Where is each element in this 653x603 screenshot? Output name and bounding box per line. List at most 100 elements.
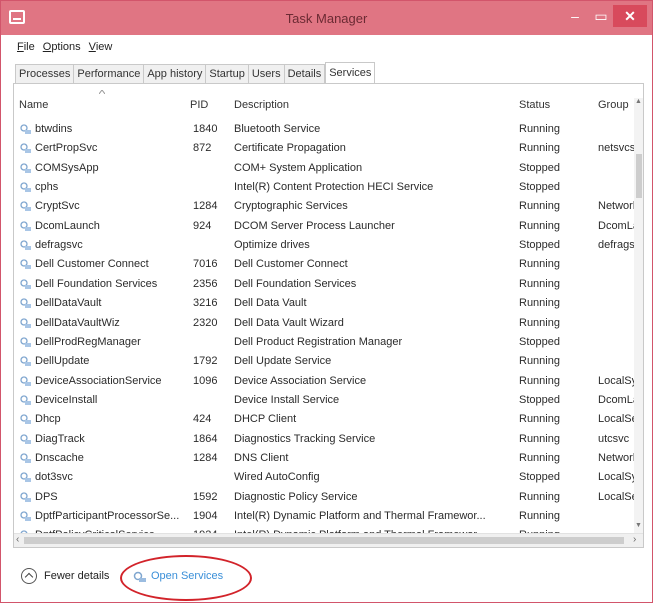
service-description: Intel(R) Content Protection HECI Service xyxy=(234,181,434,194)
vertical-scroll-thumb[interactable] xyxy=(636,154,642,198)
scroll-up-icon[interactable]: ▲ xyxy=(635,98,642,105)
service-description: Certificate Propagation xyxy=(234,142,346,155)
menu-file[interactable]: File xyxy=(17,41,35,57)
service-gear-icon xyxy=(20,201,31,212)
service-gear-icon xyxy=(20,337,31,347)
service-status: Stopped xyxy=(519,471,560,484)
column-header-name[interactable]: Name xyxy=(19,99,48,111)
table-row[interactable]: Dell Customer Connect 7016 Dell Customer C… xyxy=(14,255,634,274)
table-row[interactable]: Dnscache 1284 DNS Client Running Networl xyxy=(14,449,634,468)
tab-app-history[interactable]: App history xyxy=(143,64,206,84)
tab-processes[interactable]: Processes xyxy=(15,64,74,84)
table-row[interactable]: DellDataVaultWiz 2320 Dell Data Vault Wiza… xyxy=(14,314,634,333)
column-header-description[interactable]: Description xyxy=(234,99,289,111)
scroll-right-icon[interactable]: › xyxy=(633,534,636,545)
service-status: Stopped xyxy=(519,161,560,174)
service-name: DellDataVault xyxy=(35,297,102,310)
fewer-details-link[interactable]: Fewer details xyxy=(44,570,109,582)
table-row[interactable]: CertPropSvc 872 Certificate Propagation Run… xyxy=(14,139,634,158)
horizontal-scrollbar[interactable]: ‹ › xyxy=(14,533,643,547)
table-row[interactable]: dot3svc Wired AutoConfig Stopped LocalSy xyxy=(14,468,634,487)
vertical-scrollbar[interactable]: ▲ ▼ xyxy=(634,98,643,534)
service-group: LocalSe xyxy=(598,413,634,426)
service-description: COM+ System Application xyxy=(234,161,363,174)
service-gear-icon xyxy=(20,395,31,405)
service-description: DNS Client xyxy=(234,451,289,464)
column-header-pid[interactable]: PID xyxy=(190,99,208,111)
tab-services[interactable]: Services xyxy=(325,62,376,84)
chevron-up-icon[interactable] xyxy=(21,568,37,584)
service-name: DeviceAssociationService xyxy=(35,374,162,387)
service-pid: 1284 xyxy=(193,200,218,213)
table-row[interactable]: COMSysApp COM+ System Application Stopped xyxy=(14,159,634,178)
menu-options[interactable]: Options xyxy=(43,41,81,57)
close-button[interactable]: ✕ xyxy=(613,5,647,27)
service-pid: 2320 xyxy=(193,316,218,329)
table-row[interactable]: CryptSvc 1284 Cryptographic Services Runnin… xyxy=(14,197,634,216)
table-row[interactable]: cphs Intel(R) Content Protection HECI Ser… xyxy=(14,178,634,197)
service-name: Dnscache xyxy=(35,451,84,464)
service-group: defragsv xyxy=(598,239,634,252)
service-description: Dell Update Service xyxy=(234,355,332,368)
service-status: Stopped xyxy=(519,335,560,348)
table-row[interactable]: DPS 1592 Diagnostic Policy Service Running L… xyxy=(14,488,634,507)
service-name: COMSysApp xyxy=(35,161,99,174)
table-row[interactable]: Dhcp 424 DHCP Client Running LocalSe xyxy=(14,410,634,429)
services-panel: Name PID Description Status Group btwdin… xyxy=(13,83,644,548)
table-row[interactable]: DellProdRegManager Dell Product Registrat… xyxy=(14,333,634,352)
service-description: Diagnostic Policy Service xyxy=(234,490,358,503)
highlight-circle-annotation xyxy=(120,555,252,601)
scroll-down-icon[interactable]: ▼ xyxy=(635,522,642,529)
table-row[interactable]: DptfParticipantProcessorSe... 1904 Intel(R… xyxy=(14,507,634,526)
table-row[interactable]: DeviceAssociationService 1096 Device Assoc… xyxy=(14,372,634,391)
tab-performance[interactable]: Performance xyxy=(73,64,144,84)
menu-view[interactable]: View xyxy=(89,41,113,57)
service-status: Stopped xyxy=(519,181,560,194)
service-gear-icon xyxy=(20,221,31,231)
table-row[interactable]: DellUpdate 1792 Dell Update Service Running xyxy=(14,352,634,371)
table-row[interactable]: DellDataVault 3216 Dell Data Vault Running xyxy=(14,294,634,313)
service-status: Stopped xyxy=(519,393,560,406)
service-gear-icon xyxy=(20,317,31,328)
table-row[interactable]: DeviceInstall Device Install Service Stopp… xyxy=(14,391,634,410)
service-description: Dell Customer Connect xyxy=(234,258,348,271)
service-name: DellProdRegManager xyxy=(35,335,141,348)
service-description: Bluetooth Service xyxy=(234,123,321,135)
service-gear-icon xyxy=(20,182,31,193)
service-description: Dell Foundation Services xyxy=(234,277,357,290)
service-gear-icon xyxy=(20,356,31,367)
column-header-group[interactable]: Group xyxy=(598,99,629,111)
service-gear-icon xyxy=(20,491,31,502)
service-description: DCOM Server Process Launcher xyxy=(234,219,395,232)
service-pid: 1840 xyxy=(193,123,218,135)
service-description: Cryptographic Services xyxy=(234,200,348,213)
scroll-left-icon[interactable]: ‹ xyxy=(16,534,19,545)
column-header-status[interactable]: Status xyxy=(519,99,550,111)
table-row[interactable]: btwdins 1840 Bluetooth Service Running xyxy=(14,120,634,139)
service-description: Dell Data Vault xyxy=(234,297,307,310)
service-group: LocalSy xyxy=(598,471,634,484)
service-name: DellUpdate xyxy=(35,355,90,368)
table-row[interactable]: DiagTrack 1864 Diagnostics Tracking Servic… xyxy=(14,430,634,449)
service-gear-icon xyxy=(20,124,31,134)
service-group: LocalSy xyxy=(598,374,634,387)
service-group: DcomLa xyxy=(598,393,634,406)
service-group: netsvcs xyxy=(598,142,634,155)
table-row[interactable]: DcomLaunch 924 DCOM Server Process Launche… xyxy=(14,217,634,236)
tab-startup[interactable]: Startup xyxy=(205,64,248,84)
horizontal-scroll-thumb[interactable] xyxy=(24,537,624,544)
title-bar[interactable]: Task Manager – ▭ ✕ xyxy=(1,1,652,35)
service-status: Running xyxy=(519,490,560,503)
tab-users[interactable]: Users xyxy=(247,64,284,84)
service-name: CertPropSvc xyxy=(35,142,98,155)
service-status: Running xyxy=(519,219,560,232)
maximize-button[interactable]: ▭ xyxy=(586,5,616,27)
tab-details[interactable]: Details xyxy=(283,64,326,84)
service-gear-icon xyxy=(20,414,31,425)
service-description: Diagnostics Tracking Service xyxy=(234,432,376,445)
service-gear-icon xyxy=(20,375,31,386)
service-name: DiagTrack xyxy=(35,432,85,445)
table-row[interactable]: defragsvc Optimize drives Stopped defragsv xyxy=(14,236,634,255)
service-name: CryptSvc xyxy=(35,200,80,213)
table-row[interactable]: Dell Foundation Services 2356 Dell Foundat… xyxy=(14,275,634,294)
